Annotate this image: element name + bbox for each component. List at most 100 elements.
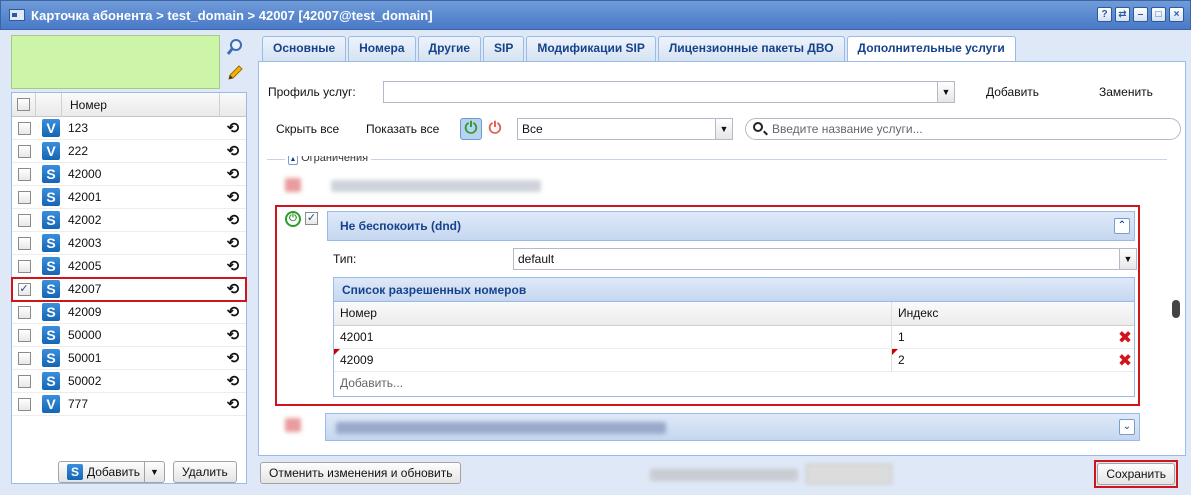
collapsed-service-header[interactable]: ⌄ [325,413,1140,441]
window-tools: ? ⇄ – □ × [1097,7,1184,22]
list-item[interactable]: ✓ S 42007 ⟲ [11,277,247,302]
add-button[interactable]: S Добавить ▼ [58,461,165,483]
number-cell[interactable]: 42001 [334,326,892,348]
collapse-icon[interactable]: ▲ [288,156,298,165]
tab-4[interactable]: Модификации SIP [526,36,656,61]
number-cell[interactable]: 42009 [334,349,892,371]
tab-6[interactable]: Дополнительные услуги [846,36,1016,62]
tab-2[interactable]: Другие [417,36,481,61]
power-on-filter-icon[interactable]: ⏻ [460,118,482,140]
type-select[interactable]: default ▼ [513,248,1137,270]
history-icon[interactable]: ⟲ [220,372,246,390]
row-checkbox[interactable] [17,397,31,411]
delete-button[interactable]: Удалить [172,461,237,483]
history-icon[interactable]: ⟲ [220,326,246,344]
row-checkbox[interactable] [17,236,31,250]
chevron-down-icon[interactable]: ▼ [937,82,954,102]
list-item[interactable]: S 50001 ⟲ [12,347,246,370]
refresh-icon[interactable]: ⇄ [1115,7,1130,22]
list-item[interactable]: S 42000 ⟲ [12,163,246,186]
table-row[interactable]: 42001 1 ✖ [334,326,1134,349]
row-checkbox[interactable]: ✓ [17,282,31,296]
show-all-button[interactable]: Показать все [366,122,439,136]
scrollbar-thumb[interactable] [1172,300,1180,318]
list-item[interactable]: S 50000 ⟲ [12,324,246,347]
add-number-input[interactable]: Добавить... [334,372,1134,394]
power-off-filter-icon[interactable]: ⏻ [484,118,506,140]
index-cell[interactable]: 1 [892,326,1110,348]
history-icon[interactable]: ⟲ [220,257,246,275]
list-item[interactable]: S 42009 ⟲ [12,301,246,324]
index-cell[interactable]: 2 [892,349,1110,371]
profile-replace-button[interactable]: Заменить [1099,85,1153,99]
row-checkbox[interactable] [17,144,31,158]
history-icon[interactable]: ⟲ [220,165,246,183]
chevron-down-icon[interactable]: ▼ [1119,249,1136,269]
delete-icon[interactable]: ✖ [1110,349,1134,371]
row-checkbox[interactable] [17,259,31,273]
history-icon[interactable]: ⟲ [220,395,246,413]
history-icon[interactable]: ⟲ [220,234,246,252]
row-checkbox[interactable] [17,374,31,388]
footer: Отменить изменения и обновить Сохранить [258,459,1186,489]
chevron-down-icon[interactable]: ▼ [144,462,164,482]
maximize-icon[interactable]: □ [1151,7,1166,22]
row-checkbox[interactable] [17,167,31,181]
tab-3[interactable]: SIP [483,36,525,61]
edit-pencil-icon[interactable] [224,62,246,84]
tab-0[interactable]: Основные [262,36,347,61]
dnd-enable-checkbox[interactable]: ✓ [305,212,318,225]
search-icon[interactable] [224,36,246,58]
list-item[interactable]: S 50002 ⟲ [12,370,246,393]
history-icon[interactable]: ⟲ [220,303,246,321]
history-icon[interactable]: ⟲ [220,211,246,229]
history-icon[interactable]: ⟲ [220,349,246,367]
row-checkbox[interactable] [17,351,31,365]
subscriber-type-icon: S [42,188,60,206]
cancel-refresh-button[interactable]: Отменить изменения и обновить [260,462,462,484]
list-item[interactable]: V 222 ⟲ [12,140,246,163]
table-row[interactable]: 42009 2 ✖ [334,349,1134,372]
hide-all-button[interactable]: Скрыть все [276,122,339,136]
expand-icon[interactable]: ⌄ [1119,419,1135,435]
list-item[interactable]: S 42005 ⟲ [12,255,246,278]
row-checkbox[interactable] [17,213,31,227]
close-icon[interactable]: × [1169,7,1184,22]
subscriber-number: 50001 [68,351,102,365]
tab-5[interactable]: Лицензионные пакеты ДВО [657,36,845,61]
list-item[interactable]: V 123 ⟲ [12,117,246,140]
chevron-down-icon[interactable]: ▼ [715,119,732,139]
dnd-header: Не беспокоить (dnd) ⌃ [327,211,1135,241]
history-icon[interactable]: ⟲ [220,119,246,137]
help-icon[interactable]: ? [1097,7,1112,22]
column-header-index[interactable]: Индекс [892,302,1110,325]
row-checkbox[interactable] [17,328,31,342]
filter-select[interactable]: Все ▼ [517,118,733,140]
minimize-icon[interactable]: – [1133,7,1148,22]
list-item[interactable]: S 42002 ⟲ [12,209,246,232]
list-item[interactable]: V 777 ⟲ [12,393,246,416]
delete-icon[interactable]: ✖ [1110,326,1134,348]
history-icon[interactable]: ⟲ [220,142,246,160]
row-checkbox[interactable] [17,121,31,135]
power-on-icon[interactable]: ⏻ [285,211,301,227]
column-header-number[interactable]: Номер [334,302,892,325]
row-checkbox[interactable] [17,190,31,204]
profile-select[interactable]: ▼ [383,81,955,103]
save-button[interactable]: Сохранить [1097,463,1175,485]
service-search-input[interactable]: Введите название услуги... [745,118,1181,140]
list-item[interactable]: S 42003 ⟲ [12,232,246,255]
collapse-icon[interactable]: ⌃ [1114,218,1130,234]
list-item[interactable]: S 42001 ⟲ [12,186,246,209]
subscriber-type-icon: S [42,211,60,229]
row-checkbox[interactable] [17,305,31,319]
column-header-number[interactable]: Номер [62,92,220,117]
vertical-scrollbar[interactable] [1171,156,1181,448]
tab-1[interactable]: Номера [348,36,416,61]
section-restrictions[interactable]: ▲ Ограничения [285,156,372,165]
subscriber-type-icon: S [42,326,60,344]
profile-add-button[interactable]: Добавить [986,85,1039,99]
select-all-checkbox[interactable] [17,98,30,111]
history-icon[interactable]: ⟲ [220,280,246,298]
history-icon[interactable]: ⟲ [220,188,246,206]
